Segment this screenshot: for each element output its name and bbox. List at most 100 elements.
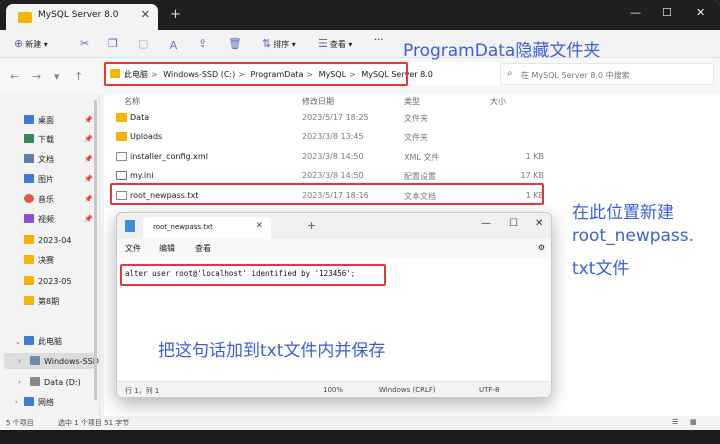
column-header-size[interactable]: 大小 — [490, 96, 506, 107]
rename-button[interactable]: Ａ — [168, 37, 181, 53]
sidebar-item-issue-8[interactable]: 第8期 — [24, 296, 59, 307]
computer-icon — [24, 336, 34, 345]
search-box[interactable]: ⌕ 在 MySQL Server 8.0 中搜索 — [500, 63, 714, 85]
new-tab-button[interactable]: + — [170, 7, 181, 22]
cursor-position: 行 1，列 1 — [125, 387, 160, 395]
sidebar-item-2023-05[interactable]: 2023-05 — [24, 276, 71, 286]
minimize-button[interactable]: — — [630, 6, 641, 19]
delete-button[interactable]: 🗑 — [228, 37, 244, 50]
more-button[interactable]: ··· — [374, 35, 384, 46]
file-date: 2023/3/8 13:45 — [302, 132, 364, 141]
collapse-chevron-icon[interactable]: ⌄ — [15, 338, 21, 346]
file-row-data[interactable]: Data 2023/5/17 18:25 文件夹 — [112, 110, 546, 126]
tiles-view-icon[interactable]: ▦ — [690, 418, 697, 426]
document-icon — [24, 154, 34, 163]
close-window-button[interactable]: ✕ — [696, 6, 705, 19]
menu-view[interactable]: 查看 — [195, 243, 211, 254]
file-row-installer-config[interactable]: installer_config.xml 2023/3/8 14:50 XML … — [112, 149, 546, 165]
notepad-tab[interactable]: root_newpass.txt ✕ — [143, 217, 271, 239]
share-button[interactable]: ⇪ — [198, 37, 209, 50]
sort-icon: ⇅ — [262, 37, 272, 50]
sidebar-item-this-pc[interactable]: 此电脑 — [24, 336, 62, 347]
file-name: my.ini — [130, 171, 154, 180]
annotation-programdata: ProgramData隐藏文件夹 — [403, 41, 601, 61]
gear-icon[interactable]: ⚙ — [538, 243, 545, 252]
expand-chevron-icon[interactable]: › — [15, 398, 18, 406]
search-icon: ⌕ — [507, 68, 513, 79]
close-tab-icon[interactable]: ✕ — [141, 8, 150, 21]
maximize-button[interactable]: ☐ — [509, 218, 518, 229]
new-tab-button[interactable]: + — [307, 219, 316, 232]
menu-edit[interactable]: 编辑 — [159, 243, 175, 254]
annotation-save: 把这句话加到txt文件内并保存 — [158, 341, 386, 361]
column-header-name[interactable]: 名称 — [124, 96, 140, 107]
sidebar-scrollbar[interactable] — [94, 100, 97, 400]
explorer-tab[interactable]: MySQL Server 8.0 ✕ — [6, 4, 158, 30]
sidebar-item-data-d[interactable]: Data (D:) — [30, 377, 81, 387]
sort-button[interactable]: ⇅ 排序 ▾ — [262, 37, 296, 50]
rename-icon: Ａ — [168, 39, 179, 52]
selection-info: 选中 1 个项目 51 字节 — [58, 419, 130, 427]
copy-button[interactable]: ❐ — [108, 37, 120, 50]
scissors-icon: ✂ — [80, 37, 90, 50]
paste-button[interactable]: ▢ — [138, 37, 150, 50]
folder-icon — [116, 132, 127, 141]
navigation-pane: 桌面 下载 文档 图片 音乐 视频 2023-04 决赛 2023-05 第8期… — [0, 94, 100, 416]
sidebar-item-downloads[interactable]: 下载 — [24, 134, 54, 145]
expand-chevron-icon[interactable]: › — [18, 357, 21, 365]
sidebar-item-2023-04[interactable]: 2023-04 — [24, 235, 71, 245]
down-chevron-icon[interactable]: ▾ — [54, 70, 60, 83]
view-icon: ☰ — [318, 37, 328, 50]
sidebar-item-finals[interactable]: 决赛 — [24, 255, 54, 266]
folder-icon — [24, 296, 34, 305]
video-icon — [24, 214, 34, 223]
annotation-new-file-line3: txt文件 — [572, 259, 630, 279]
sidebar-item-network[interactable]: 网络 — [24, 397, 54, 408]
sidebar-item-windows-ssd[interactable]: Windows-SSD — [30, 356, 99, 366]
sidebar-item-pictures[interactable]: 图片 — [24, 174, 54, 185]
expand-chevron-icon[interactable]: › — [18, 378, 21, 386]
pin-icon[interactable]: 📌 — [84, 175, 93, 183]
sidebar-item-music[interactable]: 音乐 — [24, 194, 54, 205]
column-header-type[interactable]: 类型 — [404, 96, 420, 107]
sidebar-item-documents[interactable]: 文档 — [24, 154, 54, 165]
download-icon — [24, 134, 34, 143]
close-tab-icon[interactable]: ✕ — [255, 221, 263, 231]
view-button[interactable]: ☰ 查看 ▾ — [318, 37, 352, 50]
pin-icon[interactable]: 📌 — [84, 155, 93, 163]
annotation-new-file-line1: 在此位置新建 — [572, 203, 674, 223]
status-bar: 5 个项目 选中 1 个项目 51 字节 ☰ ▦ — [0, 416, 720, 430]
column-header-date[interactable]: 修改日期 — [302, 96, 334, 107]
sidebar-item-videos[interactable]: 视频 — [24, 214, 54, 225]
menu-file[interactable]: 文件 — [125, 243, 141, 254]
back-button[interactable]: ← — [10, 70, 19, 83]
new-button[interactable]: ⊕ 新建 ▾ — [14, 37, 48, 50]
tab-title: MySQL Server 8.0 — [38, 10, 119, 20]
maximize-button[interactable]: ☐ — [662, 6, 672, 19]
minimize-button[interactable]: — — [481, 218, 491, 229]
folder-icon — [18, 12, 32, 23]
title-bar: MySQL Server 8.0 ✕ + — ☐ ✕ — [0, 0, 720, 30]
pin-icon[interactable]: 📌 — [84, 215, 93, 223]
close-window-button[interactable]: ✕ — [535, 218, 543, 229]
search-placeholder: 在 MySQL Server 8.0 中搜索 — [521, 71, 630, 80]
file-row-uploads[interactable]: Uploads 2023/3/8 13:45 文件夹 — [112, 129, 546, 145]
notepad-title-bar: root_newpass.txt ✕ + — ☐ ✕ — [117, 213, 551, 239]
pin-icon[interactable]: 📌 — [84, 116, 93, 124]
pin-icon[interactable]: 📌 — [84, 135, 93, 143]
settings-file-icon — [116, 171, 127, 180]
clipboard-icon: ▢ — [138, 37, 149, 50]
file-row-my-ini[interactable]: my.ini 2023/3/8 14:50 配置设置 17 KB — [112, 168, 546, 184]
notepad-window: root_newpass.txt ✕ + — ☐ ✕ 文件 编辑 查看 ⚙ al… — [116, 212, 552, 398]
folder-icon — [24, 276, 34, 285]
pin-icon[interactable]: 📌 — [84, 195, 93, 203]
screen: MySQL Server 8.0 ✕ + — ☐ ✕ ⊕ 新建 ▾ ✂ ❐ ▢ Ａ… — [0, 0, 720, 444]
forward-button[interactable]: → — [32, 70, 41, 83]
sidebar-item-desktop[interactable]: 桌面 — [24, 115, 54, 126]
cut-button[interactable]: ✂ — [80, 37, 91, 50]
file-size: 17 KB — [520, 171, 544, 180]
file-type: 配置设置 — [404, 172, 436, 181]
details-view-icon[interactable]: ☰ — [672, 418, 678, 426]
up-button[interactable]: ↑ — [74, 70, 83, 83]
code-highlight-box — [120, 264, 386, 286]
